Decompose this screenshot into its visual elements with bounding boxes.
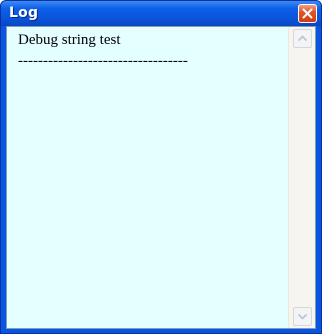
window-title: Log bbox=[9, 5, 39, 21]
close-button[interactable] bbox=[298, 4, 317, 23]
log-text-area[interactable]: Debug string test -----------------------… bbox=[7, 27, 283, 328]
chevron-up-icon bbox=[297, 35, 308, 42]
close-icon bbox=[302, 8, 313, 19]
log-window: Log Debug string test -------------------… bbox=[0, 0, 322, 334]
vertical-scrollbar[interactable] bbox=[288, 27, 315, 328]
title-bar[interactable]: Log bbox=[1, 1, 321, 26]
log-panel: Debug string test -----------------------… bbox=[6, 26, 316, 329]
chevron-down-icon bbox=[297, 313, 308, 320]
scroll-up-button[interactable] bbox=[293, 29, 312, 48]
log-line: ---------------------------------- bbox=[18, 53, 188, 69]
scroll-down-button[interactable] bbox=[293, 307, 312, 326]
log-line: Debug string test bbox=[18, 32, 121, 48]
